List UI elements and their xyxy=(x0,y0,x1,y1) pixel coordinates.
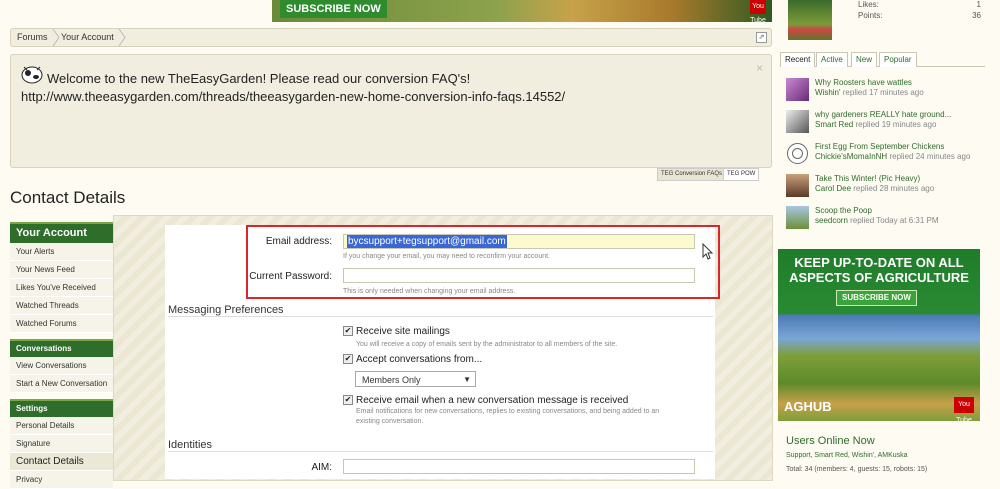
receive-mailings-checkbox[interactable]: ✔ xyxy=(343,326,353,336)
thread-meta: Chickie'sMomaInNH replied 24 minutes ago xyxy=(815,152,970,161)
accept-from-value: Members Only xyxy=(362,375,421,385)
sidebar-item-watched-forums[interactable]: Watched Forums xyxy=(10,315,113,333)
thread-meta: Carol Dee replied 28 minutes ago xyxy=(815,184,934,193)
chevron-down-icon: ▼ xyxy=(463,375,471,384)
thread-title[interactable]: Why Roosters have wattles xyxy=(815,78,912,87)
thread-title[interactable]: First Egg From September Chickens xyxy=(815,142,944,151)
jump-menu-icon[interactable]: ⇗ xyxy=(756,32,767,43)
thread-thumbnail[interactable] xyxy=(786,78,809,101)
sidebar-item-privacy[interactable]: Privacy xyxy=(10,471,113,489)
aim-field[interactable] xyxy=(343,459,695,474)
breadcrumb-your-account[interactable]: Your Account xyxy=(61,29,114,46)
list-item[interactable]: First Egg From September Chickens Chicki… xyxy=(786,142,986,170)
thread-thumbnail[interactable] xyxy=(786,142,809,165)
thread-time: replied Today at 6:31 PM xyxy=(850,216,939,225)
email-on-conversation-label[interactable]: Receive email when a new conversation me… xyxy=(356,395,628,406)
avatar[interactable] xyxy=(788,0,832,40)
cow-icon xyxy=(21,66,43,84)
notice-url[interactable]: http://www.theeasygarden.com/threads/the… xyxy=(21,89,565,104)
sidebar-item-alerts[interactable]: Your Alerts xyxy=(10,243,113,261)
top-banner-ad[interactable]: SUBSCRIBE NOW You Tube xyxy=(272,0,772,22)
thread-user[interactable]: Wishin' xyxy=(815,88,841,97)
breadcrumb-forums[interactable]: Forums xyxy=(17,29,48,46)
page-title: Contact Details xyxy=(10,188,126,207)
tab-recent[interactable]: Recent xyxy=(780,52,816,67)
thread-time: replied 24 minutes ago xyxy=(889,152,971,161)
thread-user[interactable]: Chickie'sMomaInNH xyxy=(815,152,887,161)
list-item[interactable]: Take This Winter! (Pic Heavy) Carol Dee … xyxy=(786,174,986,202)
sidebar-item-view-conversations[interactable]: View Conversations xyxy=(10,357,113,375)
sidebar-item-start-conversation[interactable]: Start a New Conversation xyxy=(10,375,113,393)
thread-thumbnail[interactable] xyxy=(786,206,809,229)
thread-title[interactable]: why gardeners REALLY hate ground... xyxy=(815,110,951,119)
tab-new[interactable]: New xyxy=(851,52,878,67)
account-sidebar: Your Account Your Alerts Your News Feed … xyxy=(10,222,113,489)
thread-user[interactable]: Smart Red xyxy=(815,120,853,129)
youtube-icon: You Tube xyxy=(954,397,974,424)
breadcrumb-arrow-icon xyxy=(118,29,126,46)
email-on-conversation-checkbox[interactable]: ✔ xyxy=(343,395,353,405)
accept-conversations-checkbox[interactable]: ✔ xyxy=(343,354,353,364)
breadcrumb: Forums Your Account ⇗ xyxy=(10,28,772,47)
thread-thumbnail[interactable] xyxy=(786,110,809,133)
subscribe-now-button[interactable]: SUBSCRIBE NOW xyxy=(280,0,387,18)
mouse-cursor-icon xyxy=(702,243,714,260)
ad-subscribe-button[interactable]: SUBSCRIBE NOW xyxy=(836,290,917,306)
points-label: Points: xyxy=(858,11,883,20)
conversion-notice: Welcome to the new TheEasyGarden! Please… xyxy=(10,54,772,168)
aghub-ad[interactable]: KEEP UP-TO-DATE ON ALL ASPECTS OF AGRICU… xyxy=(778,249,980,424)
accept-conversations-label[interactable]: Accept conversations from... xyxy=(356,354,482,365)
youtube-icon: You Tube xyxy=(750,0,766,22)
profile-summary: Likes: 1 Points: 36 xyxy=(780,0,985,42)
thread-title[interactable]: Scoop the Poop xyxy=(815,206,872,215)
notice-tab-faq[interactable]: TEG Conversion FAQs xyxy=(657,168,727,181)
ad-headline: KEEP UP-TO-DATE ON ALL ASPECTS OF AGRICU… xyxy=(789,255,969,285)
sidebar-heading-your-account[interactable]: Your Account xyxy=(10,222,113,243)
sidebar-item-news-feed[interactable]: Your News Feed xyxy=(10,261,113,279)
thread-time: replied 28 minutes ago xyxy=(853,184,935,193)
breadcrumb-arrow-icon xyxy=(52,29,60,46)
users-online-total: Total: 34 (members: 4, guests: 15, robot… xyxy=(786,466,928,473)
accept-from-select[interactable]: Members Only ▼ xyxy=(355,371,476,387)
sidebar-heading-conversations[interactable]: Conversations xyxy=(10,339,113,357)
tab-active[interactable]: Active xyxy=(816,52,848,67)
thread-user[interactable]: Carol Dee xyxy=(815,184,851,193)
thread-user[interactable]: seedcorn xyxy=(815,216,848,225)
sidebar-item-likes[interactable]: Likes You've Received xyxy=(10,279,113,297)
messaging-preferences-heading: Messaging Preferences xyxy=(168,304,713,317)
thread-thumbnail[interactable] xyxy=(786,174,809,197)
identities-heading: Identities xyxy=(168,439,713,452)
email-on-conversation-hint-1: Email notifications for new conversation… xyxy=(356,408,660,415)
sidebar-heading-settings[interactable]: Settings xyxy=(10,399,113,417)
points-value: 36 xyxy=(972,11,981,20)
thread-time: replied 17 minutes ago xyxy=(842,88,924,97)
aim-label: AIM: xyxy=(311,462,332,473)
users-online-title: Users Online Now xyxy=(786,435,875,447)
email-on-conversation-hint-2: existing conversation. xyxy=(356,418,424,425)
likes-value: 1 xyxy=(976,0,981,9)
notice-tab-pow[interactable]: TEG POW xyxy=(723,168,760,181)
sidebar-item-contact-details[interactable]: Contact Details xyxy=(10,453,113,471)
receive-mailings-hint: You will receive a copy of emails sent b… xyxy=(356,341,618,348)
tab-popular[interactable]: Popular xyxy=(879,52,917,67)
thread-meta: seedcorn replied Today at 6:31 PM xyxy=(815,216,939,225)
list-item[interactable]: Scoop the Poop seedcorn replied Today at… xyxy=(786,206,986,234)
thread-time: replied 19 minutes ago xyxy=(855,120,937,129)
thread-meta: Wishin' replied 17 minutes ago xyxy=(815,88,924,97)
activity-tabs: Recent Active New Popular xyxy=(780,52,985,67)
list-item[interactable]: why gardeners REALLY hate ground... Smar… xyxy=(786,110,986,138)
users-online-names[interactable]: Support, Smart Red, Wishin', AMKuska xyxy=(786,452,908,459)
list-item[interactable]: Why Roosters have wattles Wishin' replie… xyxy=(786,78,986,106)
highlight-box xyxy=(246,225,720,299)
receive-mailings-label[interactable]: Receive site mailings xyxy=(356,326,450,337)
aghub-logo: AGHUB xyxy=(784,399,832,414)
likes-label: Likes: xyxy=(858,0,879,9)
sidebar-item-watched-threads[interactable]: Watched Threads xyxy=(10,297,113,315)
sidebar-item-personal-details[interactable]: Personal Details xyxy=(10,417,113,435)
close-icon[interactable]: × xyxy=(756,61,763,75)
thread-meta: Smart Red replied 19 minutes ago xyxy=(815,120,936,129)
notice-message: Welcome to the new TheEasyGarden! Please… xyxy=(47,71,471,86)
sidebar-item-signature[interactable]: Signature xyxy=(10,435,113,453)
thread-title[interactable]: Take This Winter! (Pic Heavy) xyxy=(815,174,920,183)
